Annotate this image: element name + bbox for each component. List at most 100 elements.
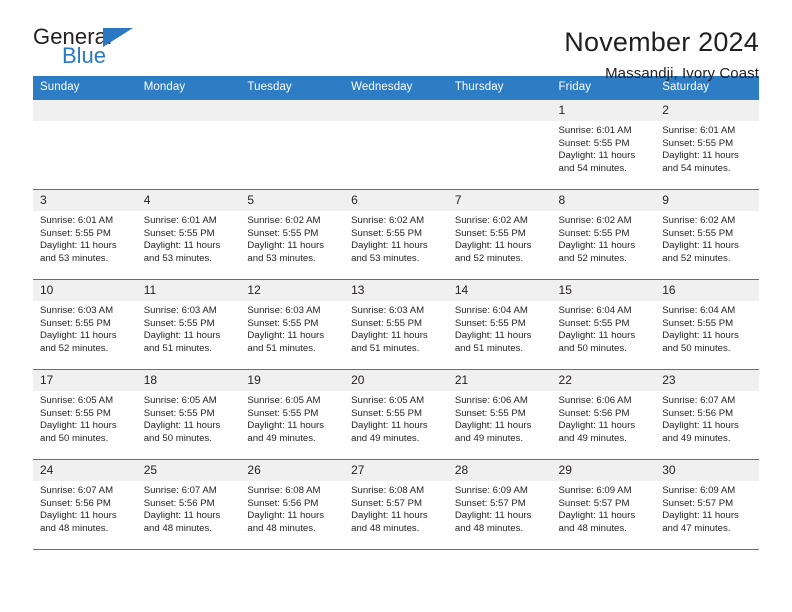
daylight-duration-line2: and 51 minutes. <box>143 342 212 354</box>
calendar-day-cell[interactable]: 3 Sunrise: 6:01 AM Sunset: 5:55 PM Daylight… <box>33 189 137 280</box>
daylight-duration-line2: and 52 minutes. <box>558 252 627 264</box>
calendar-week-row: 1 Sunrise: 6:01 AM Sunset: 5:55 PM Daylight… <box>33 99 759 190</box>
calendar-day-cell-empty <box>33 99 137 190</box>
calendar-day-cell[interactable]: 15 Sunrise: 6:04 AM Sunset: 5:55 PM Dayligh… <box>551 279 656 370</box>
sunrise-time: Sunrise: 6:02 AM <box>662 215 736 226</box>
daylight-duration-line2: and 53 minutes. <box>247 252 316 264</box>
daylight-duration-line1: Daylight: 11 hours <box>662 150 739 162</box>
sunset-time: Sunset: 5:56 PM <box>247 497 319 509</box>
daylight-duration-line1: Daylight: 11 hours <box>558 510 636 522</box>
calendar-day-cell[interactable]: 20 Sunrise: 6:05 AM Sunset: 5:55 PM Dayligh… <box>344 369 448 460</box>
calendar-day-cell[interactable]: 11 Sunrise: 6:03 AM Sunset: 5:55 PM Dayligh… <box>136 279 241 370</box>
day-number: 22 <box>551 370 656 391</box>
day-number: 10 <box>33 280 137 301</box>
calendar-day-cell[interactable]: 7 Sunrise: 6:02 AM Sunset: 5:55 PM Daylight… <box>447 189 552 280</box>
calendar-day-cell[interactable]: 1 Sunrise: 6:01 AM Sunset: 5:55 PM Daylight… <box>551 99 656 190</box>
calendar-day-cell[interactable]: 13 Sunrise: 6:03 AM Sunset: 5:55 PM Dayligh… <box>344 279 448 370</box>
day-cell-inner: 24 Sunrise: 6:07 AM Sunset: 5:56 PM Dayligh… <box>33 460 137 549</box>
sunrise-time: Sunrise: 6:02 AM <box>454 215 528 226</box>
calendar-day-cell[interactable]: 26 Sunrise: 6:08 AM Sunset: 5:56 PM Dayligh… <box>240 459 345 550</box>
day-cell-inner: 17 Sunrise: 6:05 AM Sunset: 5:55 PM Dayligh… <box>33 370 137 459</box>
calendar-day-cell[interactable]: 16 Sunrise: 6:04 AM Sunset: 5:55 PM Dayligh… <box>655 279 759 370</box>
daylight-duration-line2: and 50 minutes. <box>143 432 212 444</box>
location-subtitle: Massandji, Ivory Coast <box>605 65 759 83</box>
sunset-time: Sunset: 5:56 PM <box>143 497 215 509</box>
day-cell-inner: 12 Sunrise: 6:03 AM Sunset: 5:55 PM Dayligh… <box>240 280 345 369</box>
day-cell-inner: 2 Sunrise: 6:01 AM Sunset: 5:55 PM Daylight… <box>655 100 759 189</box>
sunset-time: Sunset: 5:57 PM <box>558 497 630 509</box>
calendar-day-cell[interactable]: 30 Sunrise: 6:09 AM Sunset: 5:57 PM Dayligh… <box>655 459 759 550</box>
calendar-day-cell[interactable]: 24 Sunrise: 6:07 AM Sunset: 5:56 PM Dayligh… <box>33 459 137 550</box>
calendar-day-cell[interactable]: 2 Sunrise: 6:01 AM Sunset: 5:55 PM Daylight… <box>655 99 759 190</box>
calendar-day-cell[interactable]: 10 Sunrise: 6:03 AM Sunset: 5:55 PM Dayligh… <box>33 279 137 370</box>
logo-text-blue: Blue <box>62 43 107 68</box>
day-details: Sunrise: 6:09 AM Sunset: 5:57 PM Daylight:… <box>448 481 552 535</box>
calendar-day-cell[interactable]: 18 Sunrise: 6:05 AM Sunset: 5:55 PM Dayligh… <box>136 369 241 460</box>
calendar-day-cell[interactable]: 4 Sunrise: 6:01 AM Sunset: 5:55 PM Daylight… <box>136 189 241 280</box>
calendar-day-cell[interactable]: 22 Sunrise: 6:06 AM Sunset: 5:56 PM Dayligh… <box>551 369 656 460</box>
daylight-duration-line1: Daylight: 11 hours <box>454 330 532 342</box>
sunrise-time: Sunrise: 6:03 AM <box>247 305 321 316</box>
day-cell-inner <box>240 100 345 189</box>
calendar-day-cell[interactable]: 5 Sunrise: 6:02 AM Sunset: 5:55 PM Daylight… <box>240 189 345 280</box>
day-cell-inner: 9 Sunrise: 6:02 AM Sunset: 5:55 PM Daylight… <box>655 190 759 279</box>
sunrise-time: Sunrise: 6:01 AM <box>143 215 217 226</box>
general-blue-logo[interactable]: General Blue <box>33 26 145 72</box>
day-details: Sunrise: 6:03 AM Sunset: 5:55 PM Daylight:… <box>240 301 344 355</box>
daylight-duration-line2: and 48 minutes. <box>143 522 212 534</box>
calendar-day-cell[interactable]: 8 Sunrise: 6:02 AM Sunset: 5:55 PM Daylight… <box>551 189 656 280</box>
day-details: Sunrise: 6:03 AM Sunset: 5:55 PM Daylight:… <box>33 301 137 355</box>
daylight-duration-line1: Daylight: 11 hours <box>558 330 636 342</box>
calendar-day-cell[interactable]: 25 Sunrise: 6:07 AM Sunset: 5:56 PM Dayligh… <box>136 459 241 550</box>
calendar-day-cell[interactable]: 23 Sunrise: 6:07 AM Sunset: 5:56 PM Dayligh… <box>655 369 759 460</box>
day-cell-inner: 1 Sunrise: 6:01 AM Sunset: 5:55 PM Daylight… <box>551 100 656 189</box>
sunrise-time: Sunrise: 6:04 AM <box>454 305 528 316</box>
day-details: Sunrise: 6:02 AM Sunset: 5:55 PM Daylight:… <box>552 211 656 265</box>
daylight-duration-line1: Daylight: 11 hours <box>558 150 636 162</box>
day-number: 21 <box>447 370 552 391</box>
calendar-day-cell[interactable]: 9 Sunrise: 6:02 AM Sunset: 5:55 PM Daylight… <box>655 189 759 280</box>
calendar-day-cell[interactable]: 28 Sunrise: 6:09 AM Sunset: 5:57 PM Dayligh… <box>447 459 552 550</box>
sunrise-time: Sunrise: 6:05 AM <box>351 395 425 406</box>
calendar-day-cell[interactable]: 29 Sunrise: 6:09 AM Sunset: 5:57 PM Dayligh… <box>551 459 656 550</box>
day-number: 19 <box>240 370 345 391</box>
weekday-header-thursday: Thursday <box>447 76 552 100</box>
daylight-duration-line1: Daylight: 11 hours <box>662 510 739 522</box>
day-details: Sunrise: 6:05 AM Sunset: 5:55 PM Daylight:… <box>240 391 344 445</box>
day-cell-inner <box>344 100 448 189</box>
day-number: 25 <box>136 460 241 481</box>
sunset-time: Sunset: 5:56 PM <box>558 407 630 419</box>
sunrise-sunset-calendar: Sunday Monday Tuesday Wednesday Thursday… <box>33 76 759 550</box>
calendar-day-cell[interactable]: 17 Sunrise: 6:05 AM Sunset: 5:55 PM Dayligh… <box>33 369 137 460</box>
calendar-day-cell[interactable]: 21 Sunrise: 6:06 AM Sunset: 5:55 PM Dayligh… <box>447 369 552 460</box>
day-details: Sunrise: 6:01 AM Sunset: 5:55 PM Daylight:… <box>655 121 759 175</box>
day-number: 23 <box>655 370 759 391</box>
sunrise-time: Sunrise: 6:01 AM <box>662 125 736 136</box>
page-title: November 2024 <box>564 27 759 57</box>
daylight-duration-line1: Daylight: 11 hours <box>247 240 325 252</box>
sunset-time: Sunset: 5:57 PM <box>454 497 526 509</box>
sunrise-time: Sunrise: 6:05 AM <box>40 395 114 406</box>
title-block: November 2024 Massandji, Ivory Coast <box>564 26 759 82</box>
daylight-duration-line1: Daylight: 11 hours <box>351 330 428 342</box>
daylight-duration-line2: and 48 minutes. <box>351 522 420 534</box>
sunset-time: Sunset: 5:55 PM <box>662 137 734 149</box>
day-cell-inner: 22 Sunrise: 6:06 AM Sunset: 5:56 PM Dayligh… <box>551 370 656 459</box>
sunrise-time: Sunrise: 6:07 AM <box>662 395 736 406</box>
day-details <box>344 121 448 125</box>
calendar-day-cell[interactable]: 6 Sunrise: 6:02 AM Sunset: 5:55 PM Daylight… <box>344 189 448 280</box>
calendar-day-cell[interactable]: 19 Sunrise: 6:05 AM Sunset: 5:55 PM Dayligh… <box>240 369 345 460</box>
calendar-day-cell[interactable]: 27 Sunrise: 6:08 AM Sunset: 5:57 PM Dayligh… <box>344 459 448 550</box>
calendar-day-cell[interactable]: 14 Sunrise: 6:04 AM Sunset: 5:55 PM Dayligh… <box>447 279 552 370</box>
day-number: 16 <box>655 280 759 301</box>
calendar-day-cell[interactable]: 12 Sunrise: 6:03 AM Sunset: 5:55 PM Dayligh… <box>240 279 345 370</box>
weekday-header-monday: Monday <box>136 76 241 100</box>
daylight-duration-line1: Daylight: 11 hours <box>351 240 428 252</box>
daylight-duration-line1: Daylight: 11 hours <box>143 510 221 522</box>
sunset-time: Sunset: 5:55 PM <box>143 227 215 239</box>
sunset-time: Sunset: 5:55 PM <box>247 227 319 239</box>
day-number <box>240 100 345 121</box>
day-details: Sunrise: 6:01 AM Sunset: 5:55 PM Daylight:… <box>137 211 241 265</box>
day-cell-inner: 20 Sunrise: 6:05 AM Sunset: 5:55 PM Dayligh… <box>344 370 448 459</box>
sunset-time: Sunset: 5:55 PM <box>143 317 215 329</box>
